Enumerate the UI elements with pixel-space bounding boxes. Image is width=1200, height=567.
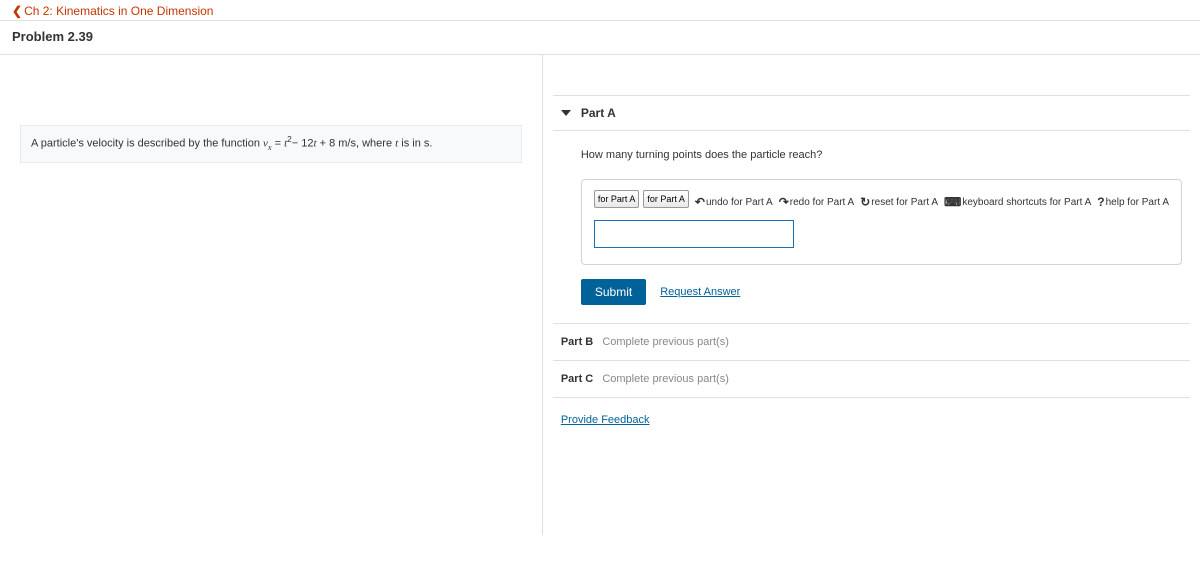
part-c-message: Complete previous part(s) [602,373,729,385]
part-b-row[interactable]: Part B Complete previous part(s) [553,323,1190,360]
help-icon: ? [1097,196,1104,208]
undo-icon: ↶ [695,196,705,208]
part-c-row[interactable]: Part C Complete previous part(s) [553,360,1190,397]
redo-icon: ↷ [779,196,789,208]
answer-panel: for Part A for Part A ↶ undo for Part A … [581,179,1182,265]
request-answer-link[interactable]: Request Answer [660,286,740,298]
answer-toolbar: for Part A for Part A ↶ undo for Part A … [594,190,1169,208]
problem-title: Problem 2.39 [12,29,1188,44]
part-a-header[interactable]: Part A [553,95,1190,131]
problem-header: Problem 2.39 [0,21,1200,55]
chevron-left-icon: ❮ [12,4,22,18]
help-button[interactable]: ? help for Part A [1097,196,1169,208]
keyboard-shortcuts-button[interactable]: ⌨ keyboard shortcuts for Part A [944,196,1091,208]
content-area: A particle's velocity is described by th… [0,55,1200,535]
part-b-message: Complete previous part(s) [602,336,729,348]
reset-button[interactable]: ↻ reset for Part A [860,196,938,208]
feedback-row: Provide Feedback [553,397,1190,440]
templates-button[interactable]: for Part A [594,190,640,208]
part-c-label: Part C [561,373,593,385]
undo-button[interactable]: ↶ undo for Part A [695,196,773,208]
problem-statement-column: A particle's velocity is described by th… [0,55,543,535]
breadcrumb-link[interactable]: ❮ Ch 2: Kinematics in One Dimension [12,4,213,18]
keyboard-icon: ⌨ [944,196,961,208]
redo-button[interactable]: ↷ redo for Part A [779,196,855,208]
caret-down-icon [561,110,571,116]
provide-feedback-link[interactable]: Provide Feedback [561,414,650,426]
part-b-label: Part B [561,336,593,348]
part-a-label: Part A [581,106,616,120]
submit-button[interactable]: Submit [581,279,646,305]
part-a-body: How many turning points does the particl… [553,131,1190,323]
breadcrumb-text: Ch 2: Kinematics in One Dimension [24,4,213,18]
answer-column: Part A How many turning points does the … [543,55,1200,535]
nav-bar: ❮ Ch 2: Kinematics in One Dimension [0,0,1200,21]
problem-prompt: A particle's velocity is described by th… [20,125,522,163]
part-a-actions: Submit Request Answer [581,279,1182,305]
answer-input[interactable] [594,220,794,248]
reset-icon: ↻ [860,196,870,208]
part-a-question: How many turning points does the particl… [581,149,1182,161]
symbols-button[interactable]: for Part A [643,190,689,208]
